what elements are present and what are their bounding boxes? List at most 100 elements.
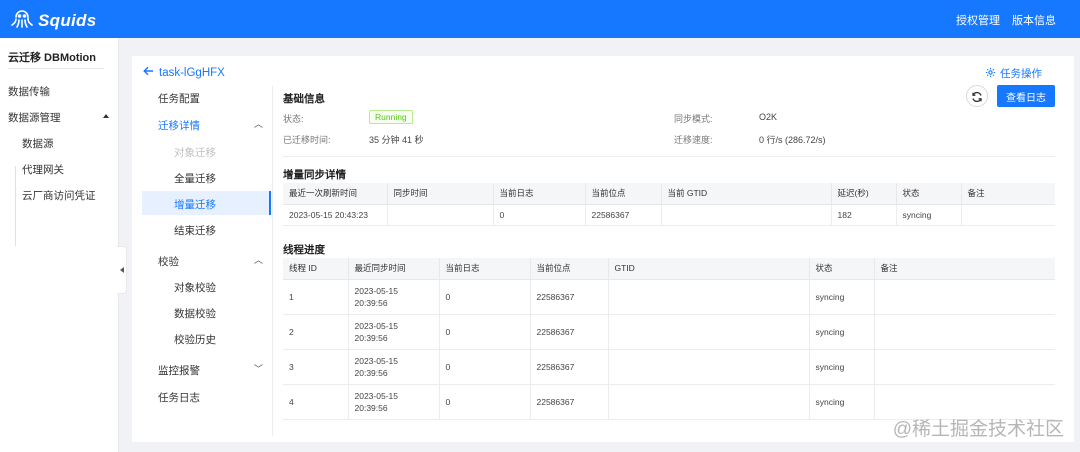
sync-time: 20:39:56 — [354, 297, 388, 308]
task-ops-label: 任务操作 — [1000, 68, 1042, 80]
sync-date: 2023-05-15 — [354, 390, 398, 401]
col-header: 当前 GTID — [661, 183, 832, 205]
cell-note — [874, 279, 1055, 315]
cell-sync-time: 2023-05-15 20:39:56 — [348, 279, 440, 315]
nav-verify-history[interactable]: 校验历史 — [174, 332, 216, 347]
caret-up-icon[interactable] — [103, 114, 109, 118]
cell-delay: 182 — [831, 204, 897, 226]
nav-full-migration[interactable]: 全量迁移 — [174, 171, 216, 186]
sync-mode-value: O2K — [759, 112, 778, 122]
main-card: task-lGgHFX 任务操作 任务配置 迁移详情 ︿ 对象迁移 全量迁移 结… — [132, 56, 1074, 442]
nav-task-config[interactable]: 任务配置 — [158, 91, 200, 106]
cell-current-pos: 22586367 — [530, 384, 609, 420]
nav-task-log[interactable]: 任务日志 — [158, 390, 200, 405]
cell-current-log: 0 — [493, 204, 586, 226]
elapsed-value: 35 分钟 41 秒 — [369, 135, 424, 145]
refresh-button[interactable] — [966, 85, 988, 107]
octopus-logo-icon — [10, 6, 34, 35]
table-row: 1 2023-05-15 20:39:56 0 22586367 syncing — [283, 279, 1055, 315]
brand-logo[interactable]: Squids — [10, 6, 96, 35]
status-label: 状态: — [283, 114, 304, 124]
sidebar-collapse-toggle[interactable] — [117, 246, 127, 294]
chevron-left-icon — [120, 267, 124, 273]
back-to-task-link[interactable]: task-lGgHFX — [143, 66, 225, 79]
cell-gtid — [608, 384, 810, 420]
cell-gtid — [608, 349, 810, 385]
incremental-table: 最近一次刷新时间 同步时间 当前日志 当前位点 当前 GTID 延迟(秒) 状态… — [283, 183, 1055, 226]
col-header: 当前位点 — [530, 258, 609, 280]
sync-time: 20:39:56 — [354, 332, 388, 343]
cell-sync-time: 2023-05-15 20:39:56 — [348, 349, 440, 385]
sidebar-item-data-transfer[interactable]: 数据传输 — [8, 84, 50, 99]
cell-current-pos: 22586367 — [530, 279, 609, 315]
cell-thread-id: 1 — [283, 279, 349, 315]
speed-label: 迁移速度: — [674, 135, 713, 145]
chevron-up-icon[interactable]: ︿ — [254, 253, 263, 266]
top-nav: 授权管理 版本信息 — [956, 12, 1056, 28]
col-header: 最近同步时间 — [348, 258, 440, 280]
nav-object-migration: 对象迁移 — [174, 147, 216, 159]
cell-thread-id: 4 — [283, 384, 349, 420]
col-header: 线程 ID — [283, 258, 349, 280]
cell-status: syncing — [809, 384, 875, 420]
sidebar-title: 云迁移 DBMotion — [8, 52, 96, 64]
nav-monitor-alert[interactable]: 监控报警 — [158, 363, 200, 378]
sidebar-tree-line — [15, 166, 16, 246]
nav-data-verify[interactable]: 数据校验 — [174, 306, 216, 321]
version-info-link[interactable]: 版本信息 — [1012, 12, 1056, 28]
watermark: @稀土掘金技术社区 — [892, 419, 1064, 440]
cell-current-pos: 22586367 — [585, 204, 662, 226]
cell-status: syncing — [896, 204, 962, 226]
nav-migration-detail[interactable]: 迁移详情 — [158, 118, 200, 133]
sidebar-item-datasource[interactable]: 数据源 — [22, 136, 54, 151]
cell-gtid — [608, 279, 810, 315]
sidebar-item-datasource-mgmt[interactable]: 数据源管理 — [8, 110, 61, 125]
chevron-down-icon[interactable]: ﹀ — [254, 362, 263, 375]
sync-mode-label: 同步模式: — [674, 114, 713, 124]
view-log-button[interactable]: 查看日志 — [997, 85, 1055, 107]
col-header: GTID — [608, 258, 810, 280]
table-row: 3 2023-05-15 20:39:56 0 22586367 syncing — [283, 349, 1055, 385]
nav-incremental-migration[interactable]: 增量迁移 — [174, 197, 216, 212]
sync-date: 2023-05-15 — [354, 320, 398, 331]
col-header: 备注 — [961, 183, 1055, 205]
section-divider — [283, 156, 1055, 157]
nav-verify[interactable]: 校验 — [158, 254, 179, 269]
sync-date: 2023-05-15 — [354, 355, 398, 366]
cell-sync-time: 2023-05-15 20:39:56 — [348, 384, 440, 420]
sync-time: 20:39:56 — [354, 367, 388, 378]
nav-divider — [272, 86, 273, 436]
cell-thread-id: 3 — [283, 349, 349, 385]
chevron-up-icon[interactable]: ︿ — [254, 117, 263, 130]
table-row: 2023-05-15 20:43:23 0 22586367 182 synci… — [283, 204, 1055, 226]
speed-value: 0 行/s (286.72/s) — [759, 135, 826, 145]
sidebar-item-vendor-credentials[interactable]: 云厂商访问凭证 — [22, 188, 96, 203]
nav-object-verify[interactable]: 对象校验 — [174, 280, 216, 295]
col-header: 延迟(秒) — [831, 183, 897, 205]
cell-current-log: 0 — [439, 279, 531, 315]
sidebar-item-proxy-gateway[interactable]: 代理网关 — [22, 162, 64, 177]
cell-current-log: 0 — [439, 384, 531, 420]
cell-sync-time — [387, 204, 494, 226]
task-ops-button[interactable]: 任务操作 — [985, 66, 1042, 81]
status-badge: Running — [369, 110, 413, 124]
cell-status: syncing — [809, 279, 875, 315]
sidebar: 云迁移 DBMotion 数据传输 数据源管理 数据源 代理网关 云厂商访问凭证 — [0, 38, 119, 452]
col-header: 最近一次刷新时间 — [283, 183, 388, 205]
cell-sync-time: 2023-05-15 20:39:56 — [348, 314, 440, 350]
col-header: 同步时间 — [387, 183, 494, 205]
cell-current-pos: 22586367 — [530, 314, 609, 350]
license-mgmt-link[interactable]: 授权管理 — [956, 12, 1000, 28]
table-header-row: 最近一次刷新时间 同步时间 当前日志 当前位点 当前 GTID 延迟(秒) 状态… — [283, 183, 1055, 205]
col-header: 当前日志 — [493, 183, 586, 205]
cell-status: syncing — [809, 349, 875, 385]
elapsed-label: 已迁移时间: — [283, 135, 331, 145]
col-header: 状态 — [896, 183, 962, 205]
cell-thread-id: 2 — [283, 314, 349, 350]
refresh-icon — [971, 90, 983, 108]
cell-refresh-time: 2023-05-15 20:43:23 — [283, 204, 388, 226]
table-header-row: 线程 ID 最近同步时间 当前日志 当前位点 GTID 状态 备注 — [283, 258, 1055, 280]
cell-gtid — [608, 314, 810, 350]
threads-table: 线程 ID 最近同步时间 当前日志 当前位点 GTID 状态 备注 1 2023… — [283, 258, 1055, 420]
nav-end-migration[interactable]: 结束迁移 — [174, 223, 216, 238]
